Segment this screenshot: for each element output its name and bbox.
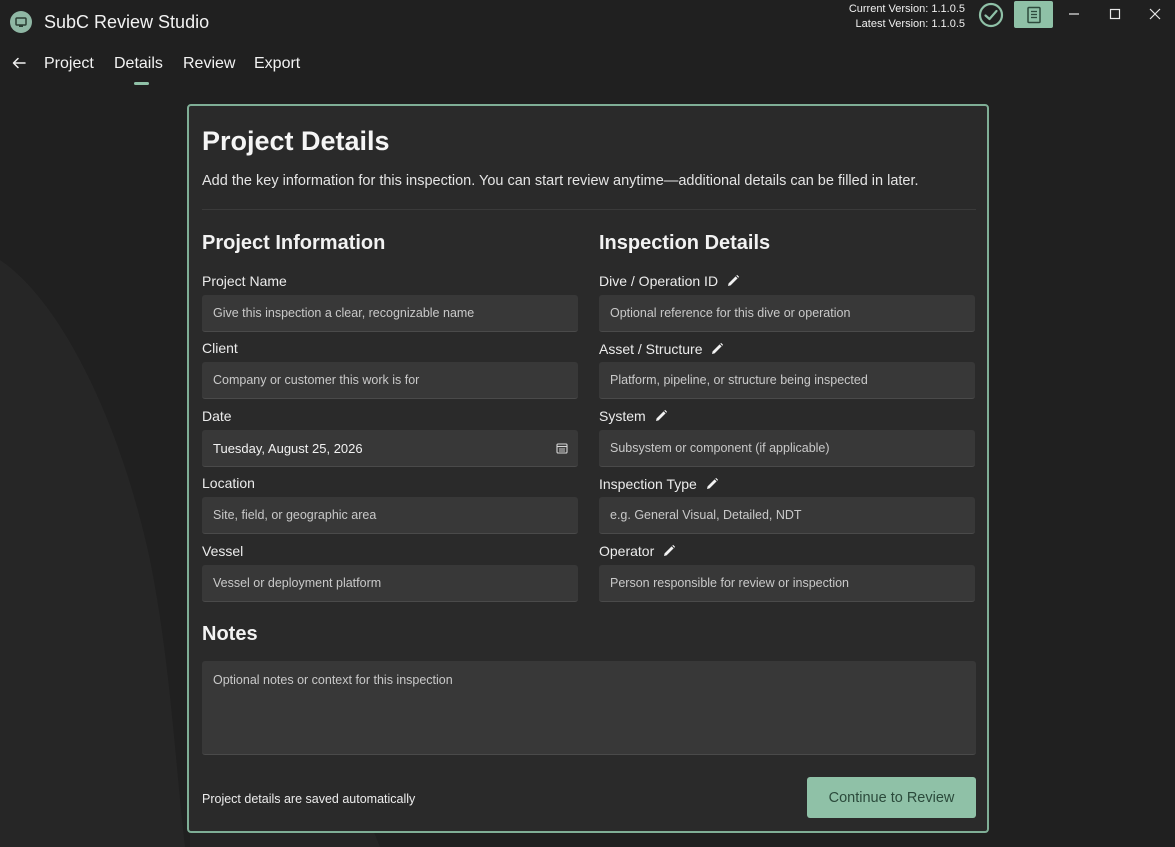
location-label: Location bbox=[202, 475, 255, 491]
system-label: System bbox=[599, 407, 670, 425]
date-picker[interactable]: Tuesday, August 25, 2026 bbox=[202, 430, 578, 467]
inspection-details-heading: Inspection Details bbox=[599, 232, 771, 254]
calendar-icon[interactable] bbox=[556, 442, 568, 454]
pencil-icon[interactable] bbox=[660, 542, 678, 560]
project-information-heading: Project Information bbox=[202, 232, 386, 254]
title-bar: SubC Review Studio Current Version: 1.1.… bbox=[0, 0, 1175, 44]
client-input[interactable]: Company or customer this work is for bbox=[202, 362, 578, 399]
continue-to-review-button[interactable]: Continue to Review bbox=[807, 777, 976, 818]
check-circle-icon[interactable] bbox=[977, 1, 1005, 29]
maximize-icon bbox=[1109, 8, 1121, 20]
latest-version: Latest Version: 1.1.0.5 bbox=[855, 18, 965, 30]
version-info: Current Version: 1.1.0.5 Latest Version:… bbox=[849, 2, 965, 32]
operator-input[interactable]: Person responsible for review or inspect… bbox=[599, 565, 975, 602]
pencil-icon[interactable] bbox=[652, 407, 670, 425]
divider bbox=[202, 209, 976, 210]
tab-details[interactable]: Details bbox=[114, 55, 163, 73]
minimize-button[interactable] bbox=[1054, 0, 1094, 28]
tab-review[interactable]: Review bbox=[183, 55, 235, 73]
page-subtitle: Add the key information for this inspect… bbox=[202, 173, 919, 189]
pencil-icon[interactable] bbox=[708, 340, 726, 358]
autosave-status: Project details are saved automatically bbox=[202, 792, 416, 806]
vessel-label: Vessel bbox=[202, 543, 244, 559]
current-version: Current Version: 1.1.0.5 bbox=[848, 3, 965, 15]
notes-textarea[interactable]: Optional notes or context for this inspe… bbox=[202, 661, 976, 755]
client-label: Client bbox=[202, 340, 238, 356]
app-logo-icon bbox=[10, 11, 32, 33]
project-details-card: Project Details Add the key information … bbox=[187, 104, 989, 833]
book-icon bbox=[1026, 6, 1041, 23]
minimize-icon bbox=[1069, 13, 1079, 15]
asset-structure-label: Asset / Structure bbox=[599, 340, 726, 358]
vessel-input[interactable]: Vessel or deployment platform bbox=[202, 565, 578, 602]
pencil-icon[interactable] bbox=[703, 475, 721, 493]
dive-operation-id-input[interactable]: Optional reference for this dive or oper… bbox=[599, 295, 975, 332]
app-title: SubC Review Studio bbox=[44, 12, 210, 32]
dive-operation-id-label: Dive / Operation ID bbox=[599, 272, 742, 290]
manual-button[interactable] bbox=[1014, 1, 1053, 28]
notes-heading: Notes bbox=[202, 623, 258, 645]
inspection-type-input[interactable]: e.g. General Visual, Detailed, NDT bbox=[599, 497, 975, 534]
app-window: SubC Review Studio Current Version: 1.1.… bbox=[0, 0, 1175, 847]
inspection-type-label: Inspection Type bbox=[599, 475, 721, 493]
active-tab-indicator bbox=[134, 82, 149, 85]
tab-project[interactable]: Project bbox=[44, 55, 94, 73]
top-nav: Project Details Review Export bbox=[0, 48, 600, 88]
asset-structure-input[interactable]: Platform, pipeline, or structure being i… bbox=[599, 362, 975, 399]
project-name-input[interactable]: Give this inspection a clear, recognizab… bbox=[202, 295, 578, 332]
maximize-button[interactable] bbox=[1095, 0, 1135, 28]
close-button[interactable] bbox=[1135, 0, 1175, 28]
pencil-icon[interactable] bbox=[724, 272, 742, 290]
close-icon bbox=[1149, 8, 1161, 20]
date-label: Date bbox=[202, 408, 232, 424]
tab-export[interactable]: Export bbox=[254, 55, 300, 73]
system-input[interactable]: Subsystem or component (if applicable) bbox=[599, 430, 975, 467]
location-input[interactable]: Site, field, or geographic area bbox=[202, 497, 578, 534]
page-title: Project Details bbox=[202, 126, 390, 156]
operator-label: Operator bbox=[599, 542, 678, 560]
back-arrow-icon[interactable] bbox=[10, 54, 28, 72]
project-name-label: Project Name bbox=[202, 273, 287, 289]
